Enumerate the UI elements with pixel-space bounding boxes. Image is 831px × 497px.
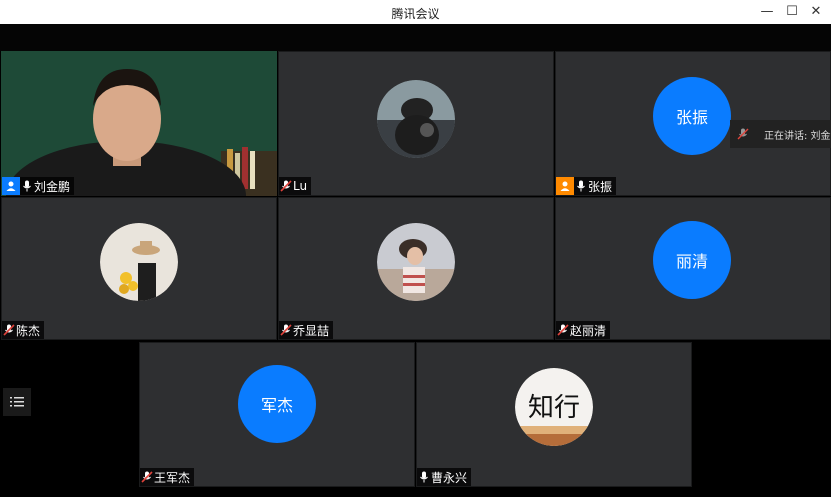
avatar xyxy=(377,80,455,158)
top-strip xyxy=(0,24,831,51)
participant-name: 王军杰 xyxy=(154,470,191,485)
participant-name: 刘金鹏 xyxy=(34,179,71,194)
participant-name: 曹永兴 xyxy=(431,470,468,485)
mic-muted-icon xyxy=(141,471,153,483)
participant-label: 曹永兴 xyxy=(417,468,472,486)
user-icon xyxy=(556,177,574,195)
speaking-indicator: 正在讲话: 刘金 xyxy=(730,120,831,148)
mic-muted-icon xyxy=(557,324,569,336)
avatar: 丽清 xyxy=(653,221,731,299)
mic-icon xyxy=(420,471,428,483)
participant-label: Lu xyxy=(279,177,312,195)
video-tile-1[interactable]: 刘金鹏 xyxy=(1,51,277,196)
participant-label: 乔显喆 xyxy=(279,321,334,339)
avatar: 军杰 xyxy=(238,365,316,443)
mic-muted-icon xyxy=(280,324,292,336)
camera-feed xyxy=(1,51,277,196)
participant-name: 陈杰 xyxy=(16,323,41,338)
participant-name: 乔显喆 xyxy=(293,323,330,338)
close-icon[interactable]: ✕ xyxy=(806,2,826,22)
mic-muted-icon xyxy=(280,180,292,192)
user-icon xyxy=(2,177,20,195)
speaking-text: 正在讲话: 刘金 xyxy=(764,130,831,142)
avatar-text: 知行 xyxy=(528,393,580,423)
participant-name: 张振 xyxy=(588,179,613,194)
mic-icon xyxy=(577,180,585,192)
participant-label: 陈杰 xyxy=(2,321,45,339)
participant-label: 王军杰 xyxy=(140,468,195,486)
title-bar: 腾讯会议 — ☐ ✕ xyxy=(0,0,831,24)
video-tile-2[interactable]: Lu xyxy=(278,51,554,196)
participant-label: 张振 xyxy=(556,177,617,195)
participant-label: 刘金鹏 xyxy=(2,177,75,195)
video-tile-5[interactable]: 乔显喆 xyxy=(278,197,554,340)
video-tile-7[interactable]: 军杰 王军杰 xyxy=(139,342,415,487)
video-tile-8[interactable]: 知行 曹永兴 xyxy=(416,342,692,487)
mic-muted-icon xyxy=(737,128,749,140)
avatar xyxy=(100,223,178,301)
participant-name: 赵丽清 xyxy=(570,323,607,338)
window-title: 腾讯会议 xyxy=(391,7,440,21)
participant-label: 赵丽清 xyxy=(556,321,611,339)
maximize-icon[interactable]: ☐ xyxy=(782,2,802,22)
video-tile-6[interactable]: 丽清 赵丽清 xyxy=(555,197,831,340)
minimize-icon[interactable]: — xyxy=(757,2,777,22)
avatar: 张振 xyxy=(653,77,731,155)
avatar: 知行 xyxy=(515,368,593,446)
list-menu-icon[interactable] xyxy=(3,388,31,416)
avatar xyxy=(377,223,455,301)
mic-muted-icon xyxy=(3,324,15,336)
mic-icon xyxy=(23,180,31,192)
video-tile-4[interactable]: 陈杰 xyxy=(1,197,277,340)
participant-name: Lu xyxy=(293,179,308,193)
